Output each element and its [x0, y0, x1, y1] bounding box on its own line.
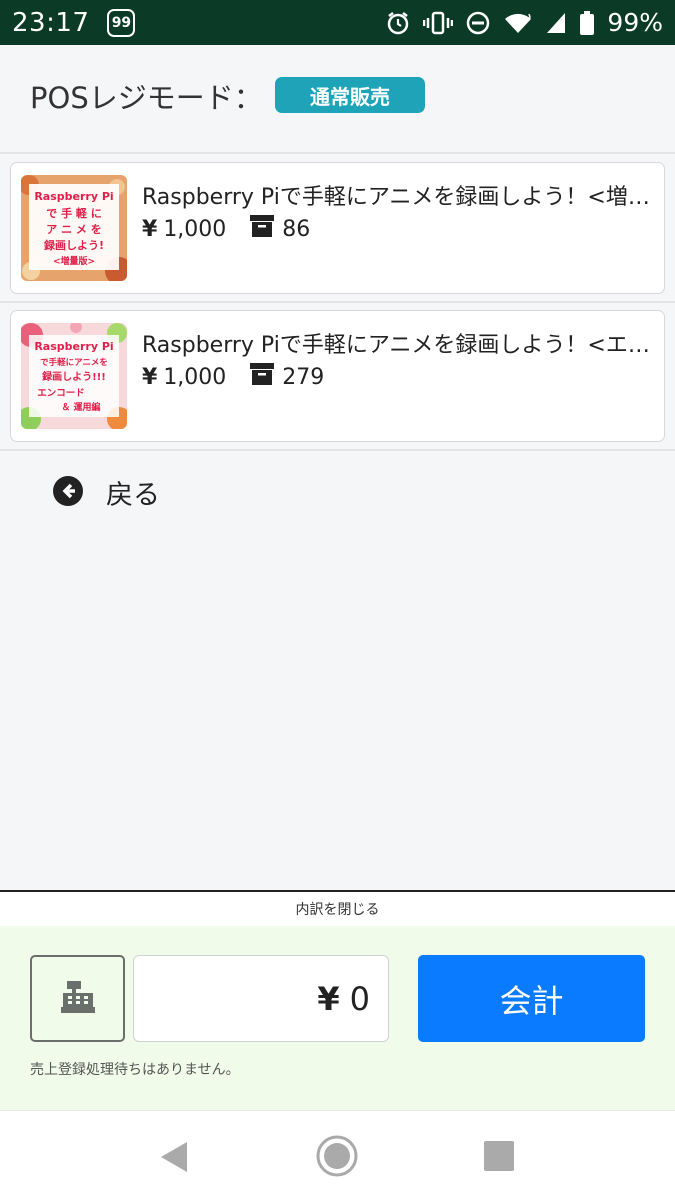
- product-card[interactable]: Raspberry Pi で手軽にアニメを 録画しよう!!! エンコード ＆ 運…: [10, 310, 665, 442]
- pos-mode-label: POSレジモード：: [30, 81, 263, 115]
- divider: [0, 449, 675, 451]
- svg-text:で 手 軽 に: で 手 軽 に: [46, 206, 102, 220]
- cash-register-icon: [60, 980, 95, 1017]
- total-amount-display: ¥ 0: [133, 955, 389, 1042]
- cash-register-button[interactable]: [30, 955, 125, 1042]
- product-card[interactable]: Raspberry Pi で 手 軽 に ア ニ メ を 録画しよう! <増量版…: [10, 162, 665, 294]
- svg-text:ア ニ メ を: ア ニ メ を: [46, 223, 102, 236]
- back-label: 戻る: [106, 480, 160, 511]
- product-title: Raspberry Piで手軽にアニメを録画しよう！<増量版>: [142, 185, 657, 210]
- yen-symbol: ¥: [142, 364, 158, 390]
- status-bar: 23:17 99 99%: [0, 0, 675, 45]
- do-not-disturb-icon: [465, 10, 491, 36]
- svg-text:録画しよう!: 録画しよう!: [44, 238, 104, 252]
- yen-symbol: ¥: [142, 216, 158, 242]
- divider: [0, 301, 675, 303]
- signal-icon: [545, 11, 567, 35]
- total-amount: 0: [349, 979, 370, 1018]
- product-cover-image: Raspberry Pi で 手 軽 に ア ニ メ を 録画しよう! <増量版…: [21, 175, 127, 281]
- system-nav-bar: [0, 1110, 675, 1200]
- yen-symbol: ¥: [317, 979, 340, 1018]
- checkout-panel: ¥ 0 会計 売上登録処理待ちはありません。: [0, 926, 675, 1110]
- status-icons: 99%: [385, 8, 663, 37]
- alarm-icon: [385, 10, 411, 36]
- svg-text:エンコード: エンコード: [37, 388, 85, 399]
- status-time: 23:17: [12, 7, 90, 38]
- nav-back-icon[interactable]: [160, 1141, 188, 1177]
- product-stock: 86: [282, 216, 311, 242]
- nav-recent-apps-icon[interactable]: [484, 1141, 514, 1175]
- product-meta: ¥ 1,000 86: [142, 215, 310, 243]
- divider: [0, 152, 675, 154]
- back-link[interactable]: 戻る: [52, 473, 160, 512]
- checkout-button[interactable]: 会計: [418, 955, 645, 1042]
- close-breakdown-toggle[interactable]: 内訳を閉じる: [0, 892, 675, 926]
- svg-text:＆ 運用編: ＆ 運用編: [61, 401, 100, 413]
- pos-mode-badge[interactable]: 通常販売: [275, 77, 425, 113]
- archive-box-icon: [250, 215, 275, 243]
- svg-text:Raspberry Pi: Raspberry Pi: [34, 340, 113, 353]
- product-title: Raspberry Piで手軽にアニメを録画しよう！<エンコード＆運用編>: [142, 333, 657, 358]
- battery-icon: [579, 10, 595, 36]
- notification-count-badge: 99: [107, 8, 136, 37]
- archive-box-icon: [250, 363, 275, 391]
- vibrate-icon: [423, 10, 454, 36]
- product-stock: 279: [282, 364, 325, 390]
- product-meta: ¥ 1,000 279: [142, 363, 324, 391]
- svg-text:<増量版>: <増量版>: [53, 255, 95, 267]
- pending-sales-note: 売上登録処理待ちはありません。: [30, 1062, 240, 1078]
- product-price: 1,000: [163, 364, 227, 390]
- wifi-icon: [503, 11, 533, 35]
- svg-text:Raspberry Pi: Raspberry Pi: [34, 190, 113, 203]
- arrow-left-circle-icon: [52, 475, 84, 511]
- battery-percent: 99%: [607, 8, 663, 37]
- svg-text:録画しよう!!!: 録画しよう!!!: [42, 370, 106, 383]
- nav-home-icon[interactable]: [316, 1135, 358, 1181]
- product-price: 1,000: [163, 216, 227, 242]
- product-cover-image: Raspberry Pi で手軽にアニメを 録画しよう!!! エンコード ＆ 運…: [21, 323, 127, 429]
- svg-text:で手軽にアニメを: で手軽にアニメを: [40, 357, 108, 368]
